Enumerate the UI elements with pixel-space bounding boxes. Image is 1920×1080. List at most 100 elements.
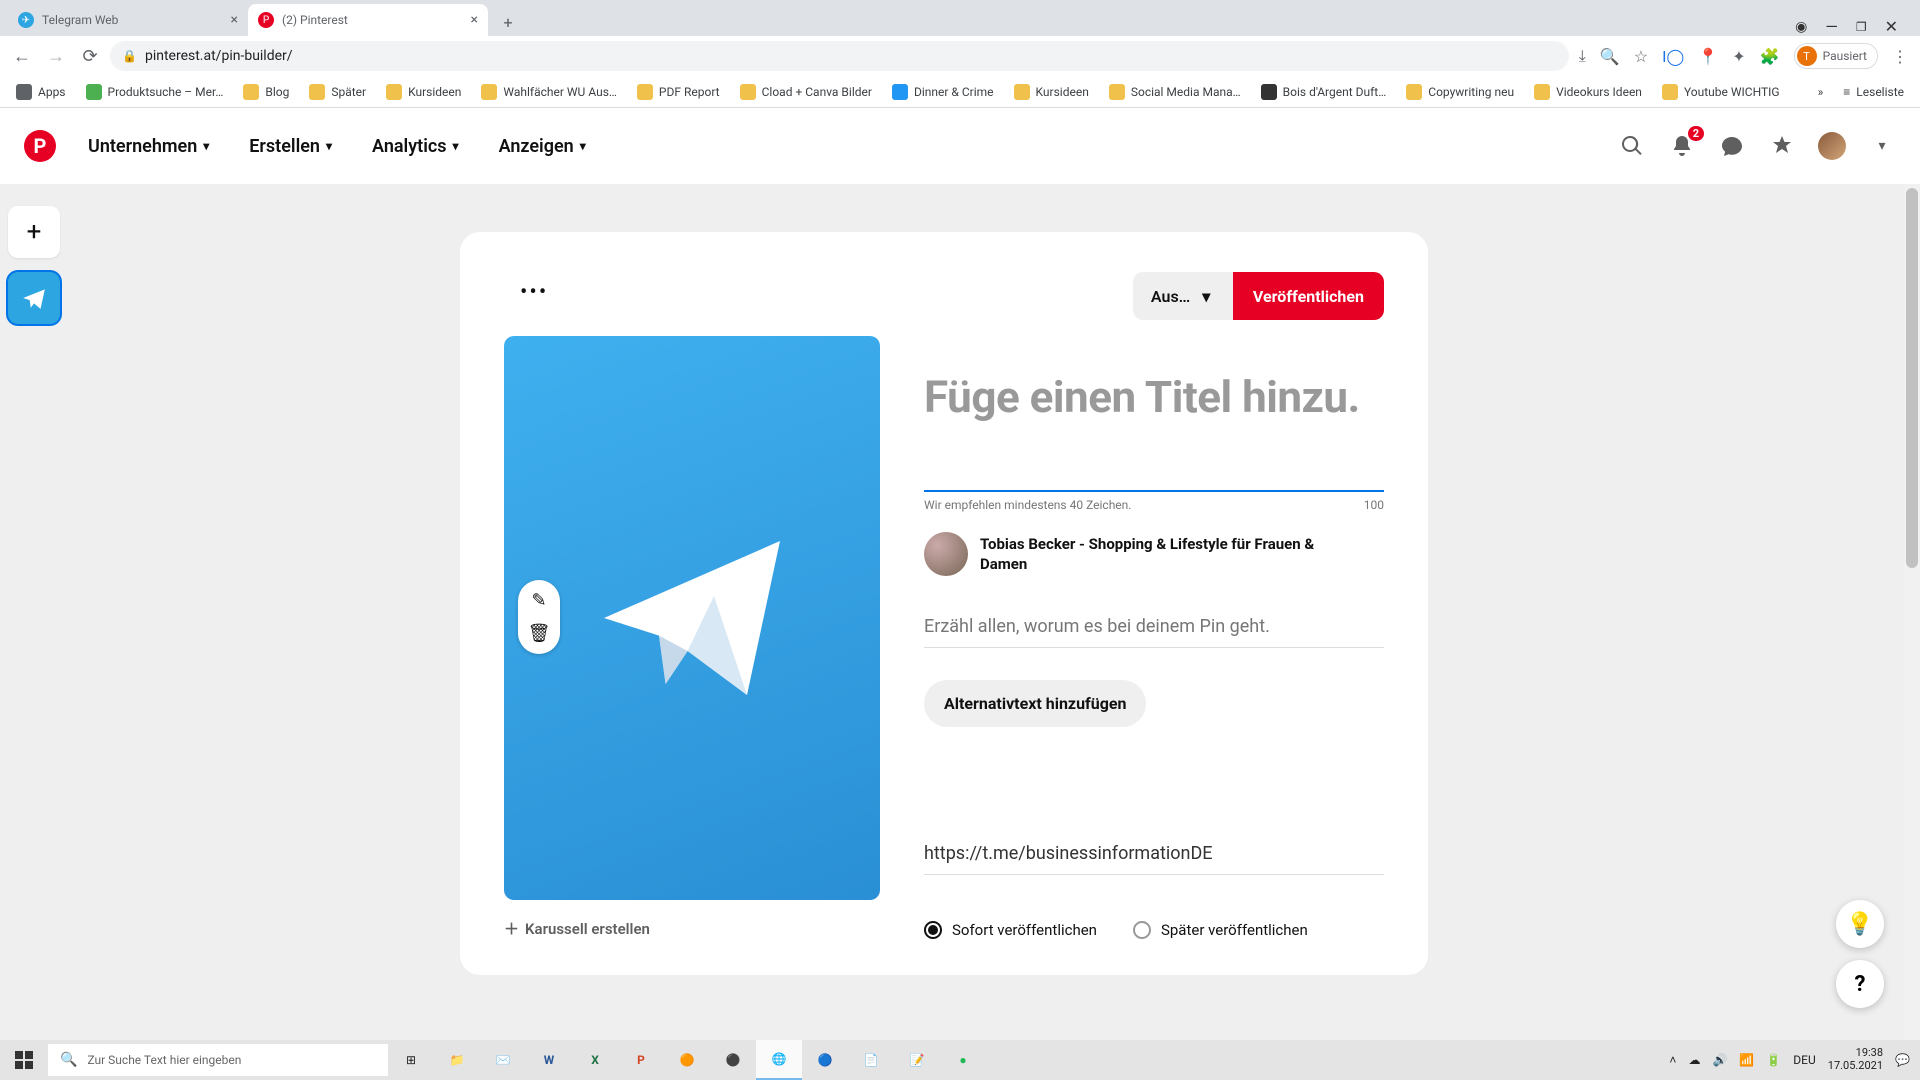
- radio-icon: [924, 921, 942, 939]
- pin-image[interactable]: ✎ 🗑: [504, 336, 880, 900]
- address-bar[interactable]: 🔒 pinterest.at/pin-builder/: [110, 41, 1569, 71]
- file-explorer-icon[interactable]: 📁: [434, 1040, 480, 1080]
- pinterest-logo-icon[interactable]: P: [24, 130, 56, 162]
- tab-pinterest[interactable]: P (2) Pinterest ×: [248, 4, 488, 36]
- ideas-fab[interactable]: 💡: [1836, 900, 1884, 948]
- tab-strip: ✈ Telegram Web × P (2) Pinterest × + ◉ —…: [0, 0, 1920, 36]
- author-avatar[interactable]: [924, 532, 968, 576]
- close-icon[interactable]: ×: [231, 12, 238, 28]
- language-indicator[interactable]: DEU: [1793, 1053, 1815, 1067]
- title-meta: Wir empfehlen mindestens 40 Zeichen. 100: [924, 498, 1384, 512]
- notifications-icon[interactable]: 2: [1668, 132, 1696, 160]
- reading-list-button[interactable]: ≡Leseliste: [1837, 81, 1910, 103]
- new-tab-button[interactable]: +: [494, 8, 522, 36]
- obs-icon[interactable]: ⚫: [710, 1040, 756, 1080]
- radio-publish-later[interactable]: Später veröffentlichen: [1133, 921, 1308, 939]
- app-icon[interactable]: 📄: [848, 1040, 894, 1080]
- wifi-icon[interactable]: 📶: [1739, 1053, 1754, 1067]
- link-input[interactable]: [924, 837, 1384, 875]
- start-button[interactable]: [0, 1040, 48, 1080]
- alt-text-button[interactable]: Alternativtext hinzufügen: [924, 680, 1146, 727]
- pin-extension-icon[interactable]: 📍: [1698, 47, 1718, 66]
- extension-icon[interactable]: ✦: [1732, 47, 1745, 66]
- install-app-icon[interactable]: ⤓: [1579, 46, 1586, 66]
- nav-analytics[interactable]: Analytics▾: [354, 124, 477, 169]
- close-icon[interactable]: ×: [471, 12, 478, 28]
- description-input[interactable]: [924, 610, 1384, 648]
- account-menu-chevron-icon[interactable]: ▾: [1868, 132, 1896, 160]
- delete-image-icon[interactable]: 🗑: [528, 623, 551, 644]
- notifications-tray-icon[interactable]: 💬: [1895, 1053, 1910, 1067]
- bookmark-overflow[interactable]: »: [1812, 81, 1830, 103]
- chevron-down-icon: ▾: [326, 139, 332, 153]
- bookmark-item[interactable]: Videokurs Ideen: [1528, 80, 1648, 104]
- scrollbar-thumb[interactable]: [1906, 188, 1918, 568]
- onedrive-icon[interactable]: ☁: [1688, 1053, 1700, 1067]
- forward-button[interactable]: →: [42, 42, 70, 70]
- messages-icon[interactable]: [1718, 132, 1746, 160]
- volume-icon[interactable]: 🔊: [1712, 1053, 1727, 1067]
- nav-anzeigen[interactable]: Anzeigen▾: [481, 124, 604, 169]
- updates-icon[interactable]: [1768, 132, 1796, 160]
- close-window-icon[interactable]: ✕: [1885, 17, 1898, 36]
- add-pin-button[interactable]: +: [8, 206, 60, 258]
- task-view-icon[interactable]: ⊞: [388, 1040, 434, 1080]
- title-input[interactable]: [924, 372, 1384, 482]
- pin-thumbnail[interactable]: [8, 272, 60, 324]
- word-icon[interactable]: W: [526, 1040, 572, 1080]
- app-icon[interactable]: 🟠: [664, 1040, 710, 1080]
- minimize-icon[interactable]: —: [1825, 17, 1838, 36]
- mail-icon[interactable]: ✉️: [480, 1040, 526, 1080]
- edge-icon[interactable]: 🔵: [802, 1040, 848, 1080]
- bookmark-label: Dinner & Crime: [914, 85, 994, 99]
- search-icon[interactable]: [1618, 132, 1646, 160]
- publish-button[interactable]: Veröffentlichen: [1233, 272, 1384, 320]
- kebab-menu-icon[interactable]: ⋮: [1892, 47, 1908, 66]
- reload-button[interactable]: ⟳: [76, 42, 104, 70]
- back-button[interactable]: ←: [8, 42, 36, 70]
- bookmark-star-icon[interactable]: ☆: [1634, 47, 1648, 66]
- bookmark-item[interactable]: Wahlfächer WU Aus…: [475, 80, 623, 104]
- tab-telegram[interactable]: ✈ Telegram Web ×: [8, 4, 248, 36]
- powerpoint-icon[interactable]: P: [618, 1040, 664, 1080]
- pin-builder-card: ••• Aus… ▾ Veröffentlichen: [460, 232, 1428, 975]
- bookmark-item[interactable]: Social Media Mana…: [1103, 80, 1247, 104]
- help-fab[interactable]: ?: [1836, 960, 1884, 1008]
- taskbar-search[interactable]: 🔍 Zur Suche Text hier eingeben: [48, 1044, 388, 1076]
- reader-icon[interactable]: I◯: [1662, 47, 1684, 66]
- chrome-icon[interactable]: 🌐: [756, 1040, 802, 1080]
- bookmark-item[interactable]: Dinner & Crime: [886, 80, 1000, 104]
- nav-erstellen[interactable]: Erstellen▾: [231, 124, 350, 169]
- bookmark-item[interactable]: Copywriting neu: [1400, 80, 1520, 104]
- edit-image-icon[interactable]: ✎: [531, 590, 546, 611]
- spotify-icon[interactable]: ●: [940, 1040, 986, 1080]
- scrollbar[interactable]: [1904, 184, 1920, 1040]
- radio-publish-now[interactable]: Sofort veröffentlichen: [924, 921, 1097, 939]
- bookmark-label: Videokurs Ideen: [1556, 85, 1642, 99]
- bookmark-item[interactable]: Produktsuche – Mer…: [80, 80, 230, 104]
- board-select[interactable]: Aus… ▾: [1133, 272, 1233, 320]
- bookmark-item[interactable]: Kursideen: [380, 80, 467, 104]
- profile-chip[interactable]: T Pausiert: [1794, 43, 1878, 69]
- zoom-icon[interactable]: 🔍: [1600, 47, 1620, 66]
- create-carousel-button[interactable]: ＋ Karussell erstellen: [504, 918, 880, 939]
- nav-unternehmen[interactable]: Unternehmen▾: [70, 124, 227, 169]
- apps-button[interactable]: Apps: [10, 80, 72, 104]
- bookmark-item[interactable]: Kursideen: [1008, 80, 1095, 104]
- bookmark-item[interactable]: PDF Report: [631, 80, 726, 104]
- tray-chevron-icon[interactable]: ˄: [1669, 1053, 1676, 1067]
- bookmark-item[interactable]: Youtube WICHTIG: [1656, 80, 1786, 104]
- bookmark-item[interactable]: Später: [303, 80, 372, 104]
- bookmark-item[interactable]: Blog: [237, 80, 295, 104]
- battery-icon[interactable]: 🔋: [1766, 1053, 1781, 1067]
- clock[interactable]: 19:38 17.05.2021: [1828, 1047, 1883, 1072]
- bookmark-item[interactable]: Bois d'Argent Duft…: [1255, 80, 1393, 104]
- maximize-icon[interactable]: ❐: [1856, 20, 1867, 34]
- profile-avatar[interactable]: [1818, 132, 1846, 160]
- title-field-wrap: [924, 372, 1384, 492]
- bookmark-item[interactable]: Cload + Canva Bilder: [734, 80, 878, 104]
- notepad-icon[interactable]: 📝: [894, 1040, 940, 1080]
- more-options-button[interactable]: •••: [514, 272, 554, 313]
- extensions-menu-icon[interactable]: 🧩: [1760, 47, 1780, 66]
- excel-icon[interactable]: X: [572, 1040, 618, 1080]
